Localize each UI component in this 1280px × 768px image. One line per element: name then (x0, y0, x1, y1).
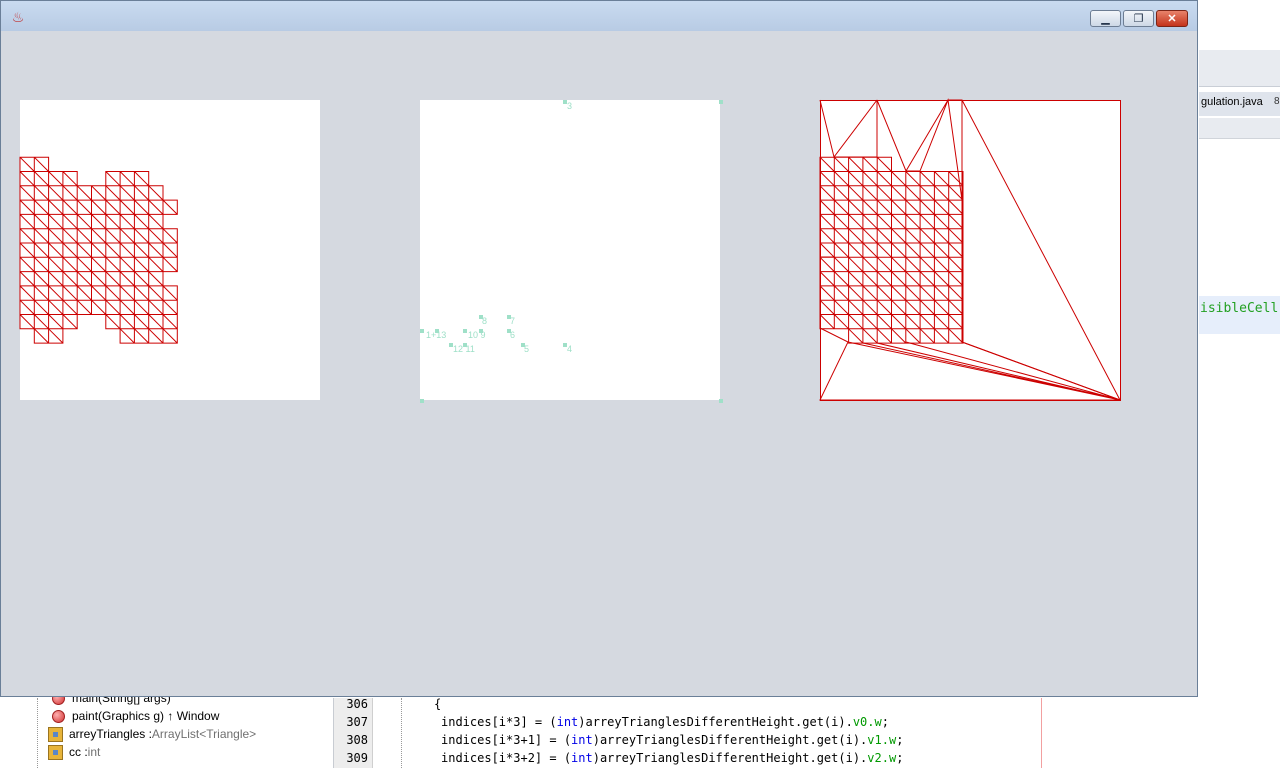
point-label: 6 (510, 330, 515, 340)
points-canvas: 3 1+13 10 9 12 11 8 7 6 5 4 (420, 100, 723, 403)
point-label: 3 (567, 101, 572, 111)
code-line: indices[i*3] = (int)arreyTrianglesDiffer… (441, 715, 889, 729)
triangle-mesh (19, 156, 178, 344)
minimize-button[interactable]: ▁ (1090, 10, 1121, 27)
maximize-button[interactable]: ❐ (1123, 10, 1154, 27)
point-markers (420, 100, 723, 403)
triangulation-fan (819, 98, 1121, 401)
right-margin (1041, 698, 1042, 768)
triangulation-canvas (819, 98, 1121, 401)
line-number: 306 (346, 697, 368, 711)
mesh-canvas (19, 156, 178, 344)
window-controls: ▁ ❐ ✕ (1088, 10, 1188, 27)
navigator-item-arreytriangles[interactable]: arreyTriangles : ArrayList<Triangle> (48, 725, 256, 743)
java-window: ♨ ▁ ❐ ✕ 3 1+13 10 9 12 11 8 7 6 5 4 (0, 0, 1198, 697)
code-line: { (434, 697, 442, 711)
line-number: 308 (346, 733, 368, 747)
code-fragment: isibleCell (1200, 301, 1279, 316)
points-panel: 3 1+13 10 9 12 11 8 7 6 5 4 (420, 100, 723, 403)
navigator-item-type: int (87, 745, 101, 759)
line-number: 309 (346, 751, 368, 765)
navigator-item-cc[interactable]: cc : int (48, 743, 100, 761)
fold-guide (401, 698, 403, 768)
triangulation-panel (819, 98, 1121, 401)
method-icon (52, 709, 65, 723)
triangle-mesh (819, 156, 964, 344)
navigator-item-label: arreyTriangles : (69, 727, 152, 741)
point-label: 5 (524, 344, 529, 354)
field-icon (48, 744, 63, 760)
navigator-item-label: cc : (69, 745, 88, 759)
close-button[interactable]: ✕ (1156, 10, 1188, 27)
editor-toolbar (1199, 118, 1280, 139)
java-cup-icon[interactable]: ♨ (10, 9, 26, 25)
point-label: 4 (567, 344, 572, 354)
navigator-item-label: paint(Graphics g) ↑ Window (72, 709, 220, 723)
window-titlebar[interactable]: ♨ ▁ ❐ ✕ (1, 1, 1197, 31)
point-label: 12 11 (453, 344, 475, 354)
code-line: indices[i*3+1] = (int)arreyTrianglesDiff… (441, 733, 904, 747)
navigator-item-type: ArrayList<Triangle> (151, 727, 257, 741)
navigator-item-paint[interactable]: paint(Graphics g) ↑ Window (48, 707, 219, 725)
point-label: 1+13 (426, 330, 446, 340)
point-label: 10 9 (468, 330, 486, 340)
code-line: indices[i*3+2] = (int)arreyTrianglesDiff… (441, 751, 904, 765)
tab-close-icon[interactable]: 8 (1274, 96, 1280, 107)
tree-line (37, 698, 39, 768)
mesh-panel-left (19, 100, 320, 400)
point-label: 8 (482, 316, 487, 326)
line-number: 307 (346, 715, 368, 729)
editor-tab[interactable]: gulation.java (1201, 96, 1263, 108)
ide-toolbar (1199, 50, 1280, 87)
point-label: 7 (510, 316, 515, 326)
field-icon (48, 726, 63, 742)
